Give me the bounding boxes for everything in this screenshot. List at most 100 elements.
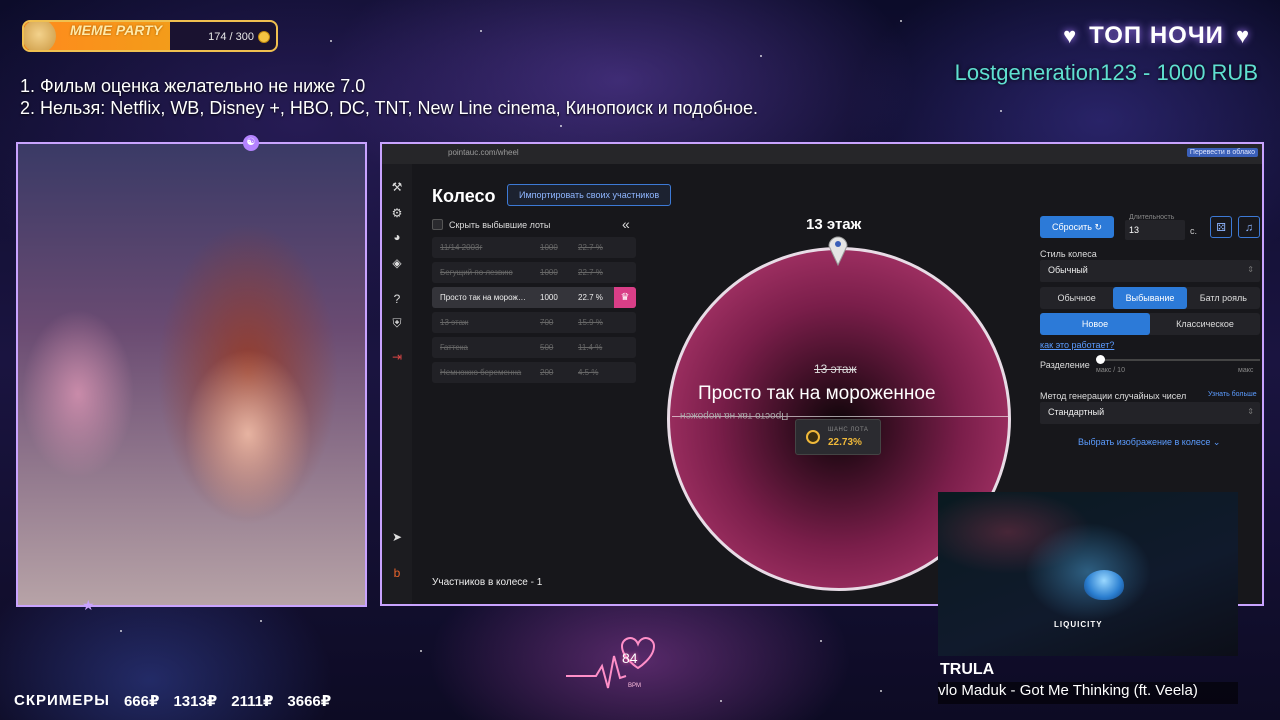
screamers-list: СКРИМЕРЫ 666₽ 1313₽ 2111₽ 3666₽ <box>14 692 331 710</box>
lot-winner-icon[interactable]: ♛ <box>614 287 636 308</box>
collapse-icon[interactable]: « <box>622 216 630 232</box>
gavel-icon[interactable]: ⚒ <box>390 180 404 194</box>
choose-image-label: Выбрать изображение в колесе <box>1078 437 1211 447</box>
split-slider-thumb[interactable] <box>1096 355 1105 364</box>
reset-button[interactable]: Сбросить ↻ <box>1040 216 1114 238</box>
participants-count: Участников в колесе - 1 <box>432 577 543 588</box>
hide-dropped-checkbox[interactable] <box>432 219 443 230</box>
lot-amount: 1000 <box>540 268 558 277</box>
mode-segmented-control: Обычное Выбывание Батл рояль <box>1040 287 1260 309</box>
icon-rail: ⚒ ⚙ ◕ ◈ ? ⛨ ⇥ ➤ b <box>382 164 412 604</box>
meme-party-title: MEME PARTY <box>70 22 163 38</box>
lot-row[interactable]: Немножко беременна 200 4.5 % <box>432 362 636 383</box>
mode-option[interactable]: Обычное <box>1040 287 1113 309</box>
rng-value: Стандартный <box>1048 407 1105 417</box>
lot-row-active[interactable]: Просто так на мороженное 1000 22.7 % ♛ <box>432 287 636 308</box>
lot-name: 13 этаж <box>440 318 469 327</box>
lot-row[interactable]: 13 этаж 700 15.9 % <box>432 312 636 333</box>
screamer-amount: 2111₽ <box>231 693 274 710</box>
hide-dropped-toggle[interactable]: Скрыть выбывшие лоты <box>432 219 550 230</box>
lot-amount: 1000 <box>540 293 558 302</box>
music-artist: TRULA <box>940 661 995 678</box>
lot-name: Просто так на мороженное <box>440 293 528 302</box>
telegram-icon[interactable]: ➤ <box>390 530 404 544</box>
split-label: Разделение <box>1040 360 1090 370</box>
wheel-dropped-label: 13 этаж <box>814 362 857 376</box>
lots-list: 11/14 2003г 1000 22.7 % Бегущий по лезви… <box>432 237 636 387</box>
chance-value: 22.73% <box>828 437 862 448</box>
heart-rate-icon <box>566 637 656 689</box>
screamers-title: СКРИМЕРЫ <box>14 692 110 709</box>
lot-amount: 700 <box>540 318 554 327</box>
variant-option-active[interactable]: Новое <box>1040 313 1150 335</box>
choose-image-link[interactable]: Выбрать изображение в колесе ⌄ <box>1078 437 1220 448</box>
music-track: vlo Maduk - Got Me Thinking (ft. Veela) <box>938 682 1238 704</box>
lot-percent: 4.5 % <box>578 368 599 377</box>
rule-line: 2. Нельзя: Netflix, WB, Disney +, HBO, D… <box>20 98 758 118</box>
music-visualizer: LIQUICITY <box>938 492 1238 656</box>
style-select[interactable]: Обычный ⇕ <box>1040 260 1260 282</box>
reset-label: Сбросить <box>1051 222 1092 232</box>
star-icon: ★ <box>82 597 95 613</box>
wheel-segment-label: Просто так на морожен <box>680 410 789 421</box>
lot-amount: 200 <box>540 368 554 377</box>
lot-percent: 11.4 % <box>578 343 603 352</box>
mode-option-active[interactable]: Выбывание <box>1113 287 1187 309</box>
duration-input[interactable]: 13 <box>1125 220 1185 240</box>
lot-percent: 22.7 % <box>578 243 603 252</box>
variant-option[interactable]: Классическое <box>1150 313 1260 335</box>
wheel-current-label: Просто так на мороженное <box>698 383 936 404</box>
style-label: Стиль колеса <box>1040 249 1097 259</box>
top-donor: Lostgeneration123 - 1000 RUB <box>954 60 1258 85</box>
learn-more-link[interactable]: Узнать больше <box>1208 391 1257 398</box>
layers-icon[interactable]: ◈ <box>390 256 404 270</box>
dice-icon[interactable]: ⚄ <box>1210 216 1232 238</box>
wheel-icon[interactable]: ◕ <box>390 230 404 244</box>
heart-rate-value: 84 <box>622 650 638 666</box>
help-icon[interactable]: ? <box>390 292 404 306</box>
rule-line: 1. Фильм оценка желательно не ниже 7.0 <box>20 76 366 96</box>
coin-icon <box>258 31 270 43</box>
heart-icon: ♥ <box>1235 23 1250 48</box>
lot-row[interactable]: 11/14 2003г 1000 22.7 % <box>432 237 636 258</box>
how-it-works-link[interactable]: как это работает? <box>1040 340 1114 350</box>
lot-name: 11/14 2003г <box>440 243 483 252</box>
mode-option[interactable]: Батл рояль <box>1187 287 1260 309</box>
lot-amount: 1000 <box>540 243 558 252</box>
import-participants-button[interactable]: Импортировать своих участников <box>507 184 672 206</box>
screamer-amount: 666₽ <box>123 693 160 710</box>
wheel-pointer-icon <box>828 236 848 266</box>
meme-party-count: 174 / 300 <box>208 31 254 43</box>
split-min-label: макс / 10 <box>1096 367 1125 374</box>
split-slider[interactable] <box>1100 359 1260 361</box>
yin-yang-icon: ☯ <box>243 135 259 151</box>
gear-icon[interactable]: ⚙ <box>390 206 404 220</box>
extension-button[interactable]: Перевести в облако <box>1186 148 1258 157</box>
shield-icon[interactable]: ⛨ <box>390 316 404 330</box>
rng-select[interactable]: Стандартный ⇕ <box>1040 402 1260 424</box>
logout-icon[interactable]: ⇥ <box>390 350 404 364</box>
music-icon[interactable]: ♫ <box>1238 216 1260 238</box>
screamer-amount: 1313₽ <box>173 693 218 710</box>
meme-party-bar: MEME PARTY 174 / 300 <box>22 20 278 52</box>
rng-label: Метод генерации случайных чисел <box>1040 391 1187 401</box>
lot-percent: 15.9 % <box>578 318 603 327</box>
lot-name: Бегущий по лезвию <box>440 268 513 277</box>
lot-name: Немножко беременна <box>440 368 522 377</box>
lot-amount: 500 <box>540 343 554 352</box>
style-value: Обычный <box>1048 265 1088 275</box>
lot-chance-card: ШАНС ЛОТА 22.73% <box>795 419 881 455</box>
heart-rate-unit: BPM <box>628 683 642 689</box>
split-max-label: макс <box>1238 367 1254 374</box>
url-bar[interactable]: pointauc.com/wheel <box>448 148 519 157</box>
top-night-title: ТОП НОЧИ <box>1089 22 1224 49</box>
lot-row[interactable]: Бегущий по лезвию 1000 22.7 % <box>432 262 636 283</box>
lot-row[interactable]: Гаттека 500 11.4 % <box>432 337 636 358</box>
lot-percent: 22.7 % <box>578 268 603 277</box>
boosty-icon[interactable]: b <box>390 566 404 580</box>
hide-dropped-label: Скрыть выбывшие лоты <box>449 219 551 230</box>
webcam-feed: ☯ ★ <box>16 135 367 613</box>
variant-segmented-control: Новое Классическое <box>1040 313 1260 335</box>
heart-icon: ♥ <box>1063 23 1078 48</box>
liquicity-logo-icon <box>1084 570 1124 600</box>
